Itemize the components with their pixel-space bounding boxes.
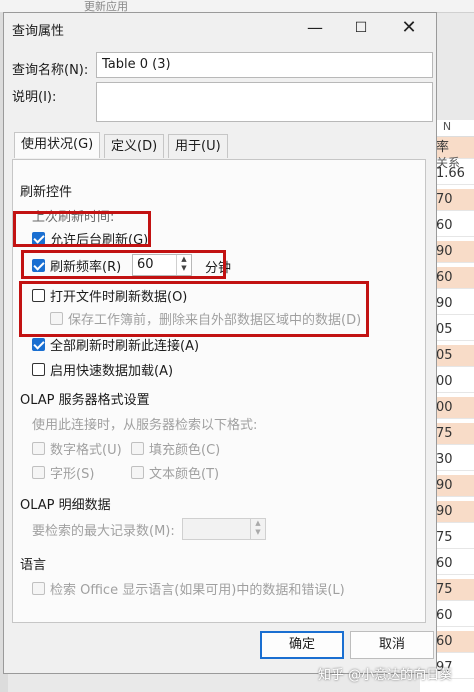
description-label: 说明(I): (12, 90, 57, 105)
max-records-spinner[interactable]: ▲ ▼ (182, 518, 266, 540)
olap-drill-section-title: OLAP 明细数据 (20, 498, 111, 513)
title-bar[interactable]: 查询属性 — ☐ ✕ (4, 13, 436, 43)
fast-load-label[interactable]: 启用快速数据加载(A) (50, 360, 173, 379)
language-section-title: 语言 (20, 558, 47, 573)
ok-button[interactable]: 确定 (260, 631, 344, 659)
dialog-title: 查询属性 (12, 24, 65, 39)
refresh-on-open-label[interactable]: 打开文件时刷新数据(O) (50, 286, 187, 305)
background-refresh-label[interactable]: 允许后台刷新(G) (50, 229, 148, 248)
refresh-all-checkbox[interactable] (32, 338, 45, 351)
remove-data-label: 保存工作簿前，删除来自外部数据区域中的数据(D) (68, 313, 362, 328)
refresh-minutes-value[interactable]: 60 (137, 257, 154, 272)
font-style-checkbox[interactable] (32, 466, 45, 479)
minimize-button[interactable]: — (292, 13, 338, 43)
number-format-label: 数字格式(U) (50, 443, 122, 458)
refresh-on-open-checkbox[interactable] (32, 289, 45, 302)
query-name-input[interactable]: Table 0 (3) (96, 52, 433, 78)
tab-used-for[interactable]: 用于(U) (168, 134, 228, 158)
text-color-label: 文本颜色(T) (149, 467, 220, 482)
watermark-text: 知乎 @小意达的向日葵 (318, 668, 453, 683)
relations-tab[interactable]: 关系 (436, 154, 460, 171)
max-records-label: 要检索的最大记录数(M): (32, 524, 175, 539)
minutes-unit-label: 分钟 (205, 261, 232, 276)
spinner-arrows-icon[interactable]: ▲ ▼ (176, 255, 191, 275)
last-refresh-label: 上次刷新时间: (32, 210, 115, 225)
refresh-minutes-spinner[interactable]: 60 ▲ ▼ (132, 254, 192, 276)
office-language-label: 检索 Office 显示语言(如果可用)中的数据和错误(L) (50, 583, 345, 598)
number-format-checkbox[interactable] (32, 442, 45, 455)
refresh-section-title: 刷新控件 (20, 185, 73, 200)
maximize-button[interactable]: ☐ (338, 13, 384, 43)
font-style-label: 字形(S) (50, 467, 95, 482)
refresh-every-label[interactable]: 刷新频率(R) (50, 256, 121, 275)
query-properties-dialog: 查询属性 — ☐ ✕ 查询名称(N): Table 0 (3) 说明(I): 使… (3, 12, 437, 674)
text-color-checkbox[interactable] (131, 466, 144, 479)
fast-load-checkbox[interactable] (32, 363, 45, 376)
cancel-button[interactable]: 取消 (350, 631, 434, 659)
tab-usage[interactable]: 使用状况(G) (14, 132, 100, 158)
background-refresh-checkbox[interactable] (32, 232, 45, 245)
close-button[interactable]: ✕ (386, 13, 432, 43)
refresh-every-checkbox[interactable] (32, 259, 45, 272)
tab-definition[interactable]: 定义(D) (104, 134, 164, 158)
refresh-all-label[interactable]: 全部刷新时刷新此连接(A) (50, 335, 199, 354)
olap-format-section-title: OLAP 服务器格式设置 (20, 393, 150, 408)
fill-color-checkbox[interactable] (131, 442, 144, 455)
fill-color-label: 填充颜色(C) (149, 443, 221, 458)
description-textarea[interactable] (96, 82, 433, 122)
office-language-checkbox[interactable] (32, 582, 45, 595)
olap-format-hint: 使用此连接时，从服务器检索以下格式: (32, 418, 258, 433)
remove-data-checkbox[interactable] (50, 312, 63, 325)
query-name-label: 查询名称(N): (12, 63, 89, 78)
spinner-arrows-icon[interactable]: ▲ ▼ (250, 519, 265, 539)
